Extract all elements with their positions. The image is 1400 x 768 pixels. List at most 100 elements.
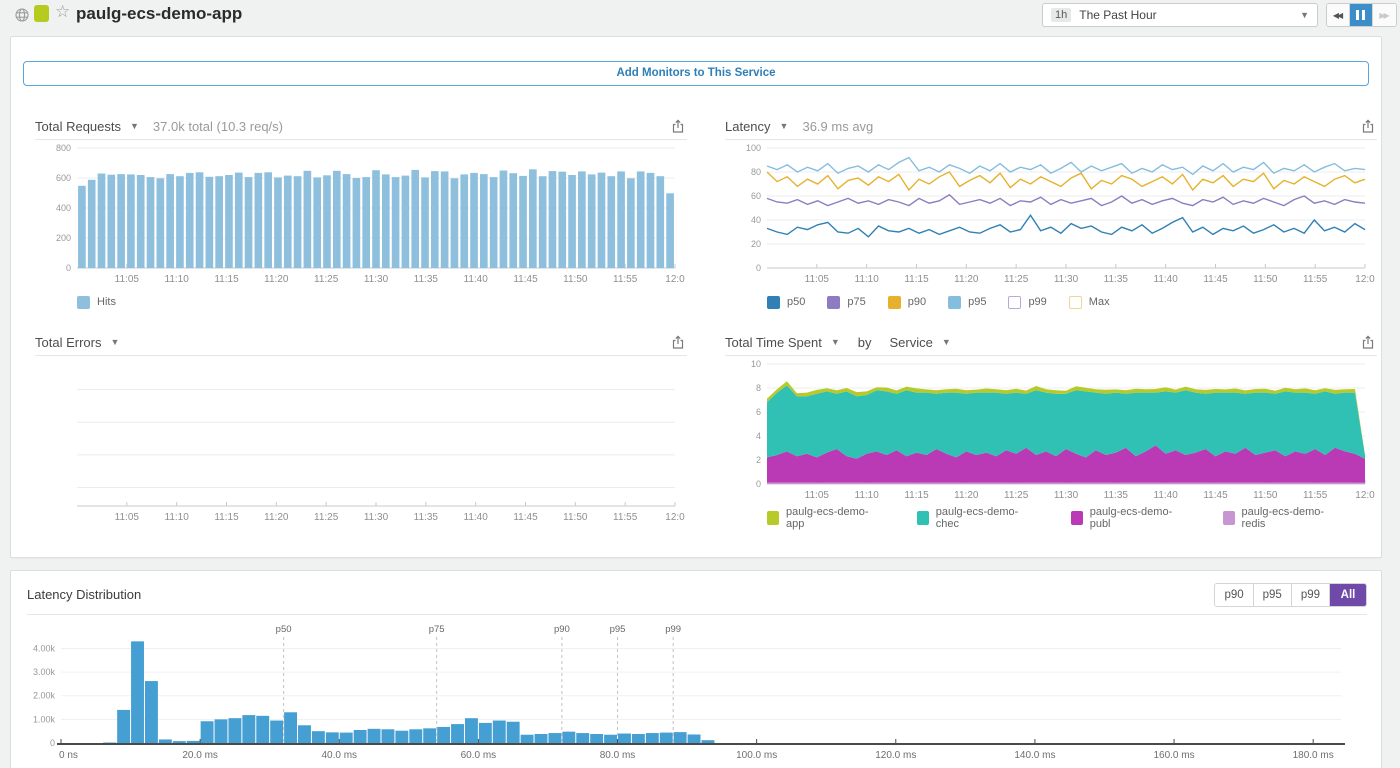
svg-text:11:50: 11:50 bbox=[1253, 490, 1278, 501]
svg-text:12:0: 12:0 bbox=[1355, 490, 1375, 501]
total-requests-summary: 37.0k total (10.3 req/s) bbox=[153, 119, 283, 134]
chevron-down-icon[interactable]: ▼ bbox=[110, 337, 119, 347]
time-range-badge: 1h bbox=[1051, 8, 1071, 22]
svg-text:11:45: 11:45 bbox=[1203, 490, 1228, 501]
top-bar: ☆ paulg-ecs-demo-app 1h The Past Hour ▼ … bbox=[0, 0, 1400, 30]
time-spent-title[interactable]: Total Time Spent bbox=[725, 335, 822, 350]
svg-text:11:10: 11:10 bbox=[855, 274, 880, 285]
svg-text:12:0: 12:0 bbox=[1355, 274, 1375, 285]
svg-text:11:50: 11:50 bbox=[563, 512, 588, 523]
svg-text:p99: p99 bbox=[665, 624, 681, 635]
export-icon[interactable] bbox=[1361, 119, 1375, 134]
total-errors-title[interactable]: Total Errors bbox=[35, 335, 101, 350]
total-requests-title[interactable]: Total Requests bbox=[35, 119, 121, 134]
time-spent-panel: Total Time Spent ▼ by Service ▼ 02468101… bbox=[725, 329, 1377, 529]
svg-text:800: 800 bbox=[56, 143, 71, 153]
svg-text:12:0: 12:0 bbox=[665, 512, 685, 523]
total-requests-legend: Hits bbox=[35, 291, 687, 313]
svg-text:11:35: 11:35 bbox=[1104, 490, 1129, 501]
svg-text:11:30: 11:30 bbox=[364, 274, 389, 285]
percentile-button-p90[interactable]: p90 bbox=[1215, 584, 1253, 606]
svg-text:11:55: 11:55 bbox=[1303, 274, 1328, 285]
time-spent-group-selector[interactable]: Service bbox=[889, 335, 932, 350]
svg-text:40.0 ms: 40.0 ms bbox=[321, 750, 357, 761]
legend-item-Max[interactable]: Max bbox=[1069, 296, 1110, 309]
svg-text:4.00k: 4.00k bbox=[33, 643, 56, 653]
svg-text:60.0 ms: 60.0 ms bbox=[461, 750, 497, 761]
export-icon[interactable] bbox=[671, 335, 685, 350]
chevron-down-icon[interactable]: ▼ bbox=[831, 337, 840, 347]
total-requests-panel: Total Requests ▼ 37.0k total (10.3 req/s… bbox=[35, 113, 687, 313]
svg-text:11:30: 11:30 bbox=[1054, 490, 1079, 501]
svg-text:11:15: 11:15 bbox=[214, 274, 239, 285]
legend-item-p95[interactable]: p95 bbox=[948, 296, 986, 309]
percentile-button-all[interactable]: All bbox=[1330, 584, 1366, 606]
latency-chart[interactable]: 02040608010011:0511:1011:1511:2011:2511:… bbox=[725, 140, 1377, 286]
legend-label: paulg-ecs-demo-redis bbox=[1242, 506, 1333, 530]
svg-text:11:05: 11:05 bbox=[115, 274, 140, 285]
svg-text:10: 10 bbox=[751, 359, 761, 369]
pause-button[interactable] bbox=[1350, 4, 1373, 26]
legend-item-paulg-ecs-demo-redis[interactable]: paulg-ecs-demo-redis bbox=[1223, 506, 1333, 530]
legend-item-paulg-ecs-demo-chec[interactable]: paulg-ecs-demo-chec bbox=[917, 506, 1027, 530]
legend-label: Max bbox=[1089, 296, 1110, 308]
favorite-star-icon[interactable]: ☆ bbox=[55, 2, 70, 22]
chevron-down-icon: ▼ bbox=[1300, 10, 1309, 20]
svg-text:11:55: 11:55 bbox=[613, 274, 638, 285]
export-icon[interactable] bbox=[671, 119, 685, 134]
latency-title[interactable]: Latency bbox=[725, 119, 771, 134]
add-monitors-button[interactable]: Add Monitors to This Service bbox=[23, 61, 1369, 86]
chevron-down-icon[interactable]: ▼ bbox=[942, 337, 951, 347]
latency-distribution-title: Latency Distribution bbox=[27, 587, 141, 602]
time-range-selector[interactable]: 1h The Past Hour ▼ bbox=[1042, 3, 1318, 27]
page-title: paulg-ecs-demo-app bbox=[76, 4, 242, 24]
svg-text:p75: p75 bbox=[429, 624, 445, 635]
legend-item-p50[interactable]: p50 bbox=[767, 296, 805, 309]
svg-text:0: 0 bbox=[756, 263, 761, 273]
rewind-button[interactable]: ◀◀ bbox=[1327, 4, 1350, 26]
svg-text:20: 20 bbox=[751, 239, 761, 249]
legend-item-p75[interactable]: p75 bbox=[827, 296, 865, 309]
svg-text:11:50: 11:50 bbox=[563, 274, 588, 285]
svg-text:1.00k: 1.00k bbox=[33, 714, 56, 724]
legend-item-paulg-ecs-demo-app[interactable]: paulg-ecs-demo-app bbox=[767, 506, 873, 530]
svg-text:11:25: 11:25 bbox=[314, 274, 339, 285]
legend-label: p50 bbox=[787, 296, 805, 308]
svg-text:11:30: 11:30 bbox=[1054, 274, 1079, 285]
pause-icon bbox=[1356, 10, 1365, 20]
legend-item-p90[interactable]: p90 bbox=[888, 296, 926, 309]
percentile-button-p95[interactable]: p95 bbox=[1254, 584, 1292, 606]
svg-text:60: 60 bbox=[751, 191, 761, 201]
legend-item-paulg-ecs-demo-publ[interactable]: paulg-ecs-demo-publ bbox=[1071, 506, 1179, 530]
legend-item-p99[interactable]: p99 bbox=[1008, 296, 1046, 309]
total-requests-chart[interactable]: 020040060080011:0511:1011:1511:2011:2511… bbox=[35, 140, 687, 286]
fast-forward-button[interactable]: ▶▶ bbox=[1373, 4, 1396, 26]
legend-swatch-icon bbox=[948, 296, 961, 309]
export-icon[interactable] bbox=[1361, 335, 1375, 350]
time-spent-chart[interactable]: 024681011:0511:1011:1511:2011:2511:3011:… bbox=[725, 356, 1377, 502]
svg-text:20.0 ms: 20.0 ms bbox=[182, 750, 218, 761]
svg-text:11:35: 11:35 bbox=[1104, 274, 1129, 285]
svg-text:11:05: 11:05 bbox=[805, 490, 830, 501]
svg-text:0: 0 bbox=[756, 479, 761, 489]
total-errors-panel: Total Errors ▼ 11:0511:1011:1511:2011:25… bbox=[35, 329, 687, 529]
legend-label: paulg-ecs-demo-publ bbox=[1090, 506, 1179, 530]
legend-label: p90 bbox=[908, 296, 926, 308]
total-errors-chart[interactable]: 11:0511:1011:1511:2011:2511:3011:3511:40… bbox=[35, 356, 687, 524]
svg-text:160.0 ms: 160.0 ms bbox=[1153, 750, 1194, 761]
legend-label: p75 bbox=[847, 296, 865, 308]
legend-label: p95 bbox=[968, 296, 986, 308]
svg-text:p95: p95 bbox=[610, 624, 626, 635]
percentile-button-p99[interactable]: p99 bbox=[1292, 584, 1330, 606]
chevron-down-icon[interactable]: ▼ bbox=[780, 121, 789, 131]
legend-label: Hits bbox=[97, 296, 116, 308]
svg-text:80: 80 bbox=[751, 167, 761, 177]
svg-text:0: 0 bbox=[50, 738, 55, 748]
svg-text:11:40: 11:40 bbox=[464, 512, 489, 523]
chevron-down-icon[interactable]: ▼ bbox=[130, 121, 139, 131]
svg-text:8: 8 bbox=[756, 383, 761, 393]
svg-text:11:10: 11:10 bbox=[165, 274, 190, 285]
latency-distribution-chart[interactable]: 01.00k2.00k3.00k4.00kp50p75p90p95p990 ns… bbox=[27, 621, 1367, 763]
legend-item-Hits[interactable]: Hits bbox=[77, 296, 116, 309]
legend-swatch-icon bbox=[888, 296, 901, 309]
